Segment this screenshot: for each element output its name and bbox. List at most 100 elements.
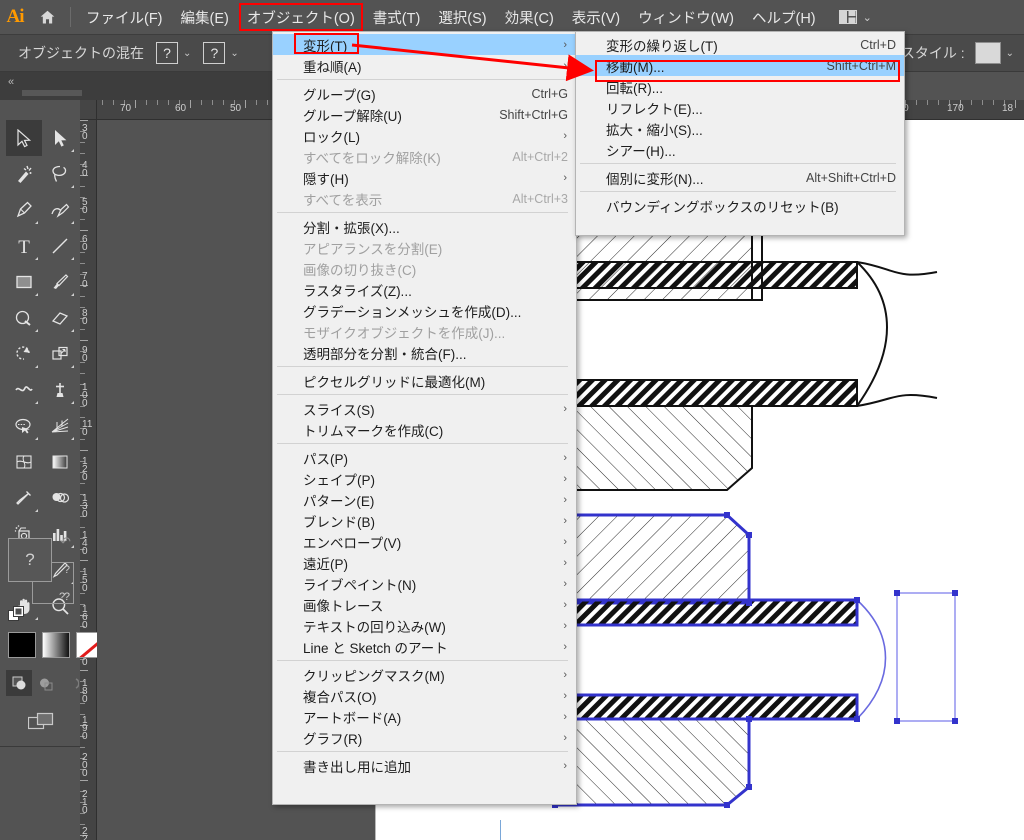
menu-item-label: ロック(L) bbox=[303, 126, 360, 146]
menuitem-create-gradient-mesh[interactable]: グラデーションメッシュを作成(D)... bbox=[273, 300, 576, 321]
menuitem-lock[interactable]: ロック(L)› bbox=[273, 125, 576, 146]
stroke-caret-icon[interactable]: ⌄ bbox=[230, 48, 238, 59]
submenuitem-move[interactable]: 移動(M)...Shift+Ctrl+M bbox=[576, 55, 904, 76]
type-tool[interactable]: T bbox=[6, 228, 42, 264]
menuitem-ungroup[interactable]: グループ解除(U)Shift+Ctrl+G bbox=[273, 104, 576, 125]
eyedropper-tool[interactable] bbox=[6, 480, 42, 516]
submenu-arrow-icon: › bbox=[563, 732, 567, 744]
rectangle-tool[interactable] bbox=[6, 264, 42, 300]
menuitem-rasterize[interactable]: ラスタライズ(Z)... bbox=[273, 279, 576, 300]
menu-item-label: 複合パス(O) bbox=[303, 686, 377, 706]
shaper-tool[interactable] bbox=[6, 300, 42, 336]
scale-tool[interactable] bbox=[42, 336, 78, 372]
menuitem-slice[interactable]: スライス(S)› bbox=[273, 398, 576, 419]
menuitem-line-sketch-art[interactable]: Line と Sketch のアート› bbox=[273, 636, 576, 657]
menuitem-arrange[interactable]: 重ね順(A)› bbox=[273, 55, 576, 76]
direct-selection-tool[interactable] bbox=[42, 120, 78, 156]
fill-color-box[interactable]: ? bbox=[8, 538, 52, 582]
pen-tool[interactable] bbox=[6, 192, 42, 228]
menuitem-path[interactable]: パス(P)› bbox=[273, 447, 576, 468]
menuitem-create-trim-marks[interactable]: トリムマークを作成(C) bbox=[273, 419, 576, 440]
ruler-tick bbox=[146, 100, 147, 105]
stroke-swatch-button[interactable]: ? bbox=[203, 42, 225, 64]
menu-object[interactable]: オブジェクト(O) bbox=[238, 0, 364, 34]
menuitem-text-wrap[interactable]: テキストの回り込み(W)› bbox=[273, 615, 576, 636]
fill-caret-icon[interactable]: ⌄ bbox=[183, 48, 191, 59]
submenuitem-shear[interactable]: シアー(H)... bbox=[576, 139, 904, 160]
menuitem-envelope-distort[interactable]: エンベロープ(V)› bbox=[273, 531, 576, 552]
menu-type[interactable]: 書式(T) bbox=[364, 0, 430, 34]
menu-select[interactable]: 選択(S) bbox=[429, 0, 495, 34]
free-transform-tool[interactable] bbox=[42, 372, 78, 408]
home-icon[interactable] bbox=[30, 0, 64, 34]
menuitem-compound-path[interactable]: 複合パス(O)› bbox=[273, 685, 576, 706]
menu-separator bbox=[580, 191, 896, 192]
line-segment-tool[interactable] bbox=[42, 228, 78, 264]
menuitem-graph[interactable]: グラフ(R)› bbox=[273, 727, 576, 748]
menu-view[interactable]: 表示(V) bbox=[563, 0, 629, 34]
menuitem-pattern[interactable]: パターン(E)› bbox=[273, 489, 576, 510]
menuitem-group[interactable]: グループ(G)Ctrl+G bbox=[273, 83, 576, 104]
selection-tool[interactable] bbox=[6, 120, 42, 156]
shape-builder-tool[interactable] bbox=[6, 408, 42, 444]
object-menu[interactable]: 変形(T)›重ね順(A)› グループ(G)Ctrl+Gグループ解除(U)Shift… bbox=[272, 31, 577, 805]
eraser-tool[interactable] bbox=[42, 300, 78, 336]
menu-file[interactable]: ファイル(F) bbox=[77, 0, 172, 34]
menuitem-expand[interactable]: 分割・拡張(X)... bbox=[273, 216, 576, 237]
menuitem-collect-for-export[interactable]: 書き出し用に追加› bbox=[273, 755, 576, 776]
ruler-tick bbox=[993, 100, 994, 105]
swap-fill-stroke-icon[interactable]: ↶ bbox=[60, 534, 71, 550]
menu-effect[interactable]: 効果(C) bbox=[496, 0, 563, 34]
menuitem-artboards[interactable]: アートボード(A)› bbox=[273, 706, 576, 727]
submenuitem-scale[interactable]: 拡大・縮小(S)... bbox=[576, 118, 904, 139]
draw-normal-mode[interactable] bbox=[6, 670, 32, 696]
width-tool[interactable] bbox=[6, 372, 42, 408]
submenuitem-transform-again[interactable]: 変形の繰り返し(T)Ctrl+D bbox=[576, 34, 904, 55]
draw-behind-mode[interactable] bbox=[32, 670, 58, 696]
paintbrush-tool[interactable] bbox=[42, 264, 78, 300]
gradient-tool[interactable] bbox=[42, 444, 78, 480]
menuitem-perspective[interactable]: 遠近(P)› bbox=[273, 552, 576, 573]
ruler-origin-corner[interactable] bbox=[80, 100, 97, 120]
submenuitem-reflect[interactable]: リフレクト(E)... bbox=[576, 97, 904, 118]
lasso-tool[interactable] bbox=[42, 156, 78, 192]
menuitem-image-trace[interactable]: 画像トレース› bbox=[273, 594, 576, 615]
curvature-tool[interactable] bbox=[42, 192, 78, 228]
arrange-documents-button[interactable]: ⌄ bbox=[839, 10, 872, 24]
stroke-unknown-mark-3: ? bbox=[64, 591, 70, 603]
menuitem-live-paint[interactable]: ライブペイント(N)› bbox=[273, 573, 576, 594]
gradient-button[interactable] bbox=[42, 632, 70, 658]
graphic-style-swatch[interactable] bbox=[975, 42, 1001, 64]
menuitem-transform[interactable]: 変形(T)› bbox=[273, 34, 576, 55]
vertical-ruler[interactable]: 3040506070809010011012013014015016017018… bbox=[80, 120, 97, 840]
color-button[interactable] bbox=[8, 632, 36, 658]
menu-item-label: クリッピングマスク(M) bbox=[303, 665, 445, 685]
collapse-panel-icon[interactable]: « bbox=[8, 76, 13, 88]
rotate-tool[interactable] bbox=[6, 336, 42, 372]
menuitem-clipping-mask[interactable]: クリッピングマスク(M)› bbox=[273, 664, 576, 685]
menuitem-make-pixel-perfect[interactable]: ピクセルグリッドに最適化(M) bbox=[273, 370, 576, 391]
default-fill-stroke-icon[interactable] bbox=[8, 606, 25, 623]
draw-inside-mode[interactable] bbox=[58, 670, 84, 696]
style-caret-icon[interactable]: ⌄ bbox=[1006, 48, 1014, 59]
menu-edit[interactable]: 編集(E) bbox=[172, 0, 238, 34]
mesh-tool[interactable] bbox=[6, 444, 42, 480]
transform-submenu[interactable]: 変形の繰り返し(T)Ctrl+D移動(M)...Shift+Ctrl+M回転(R… bbox=[575, 31, 905, 236]
submenuitem-transform-each[interactable]: 個別に変形(N)...Alt+Shift+Ctrl+D bbox=[576, 167, 904, 188]
fill-swatch-button[interactable]: ? bbox=[156, 42, 178, 64]
ruler-label: 210 bbox=[82, 791, 93, 815]
menuitem-hide[interactable]: 隠す(H)› bbox=[273, 167, 576, 188]
perspective-grid-tool[interactable] bbox=[42, 408, 78, 444]
menu-window[interactable]: ウィンドウ(W) bbox=[629, 0, 743, 34]
menuitem-blend[interactable]: ブレンド(B)› bbox=[273, 510, 576, 531]
magic-wand-tool[interactable] bbox=[6, 156, 42, 192]
screen-mode-icon[interactable] bbox=[28, 712, 54, 737]
menuitem-flatten-transparency[interactable]: 透明部分を分割・統合(F)... bbox=[273, 342, 576, 363]
menuitem-shape[interactable]: シェイプ(P)› bbox=[273, 468, 576, 489]
menu-item-shortcut: Shift+Ctrl+M bbox=[803, 59, 896, 73]
submenuitem-reset-bounding-box[interactable]: バウンディングボックスのリセット(B) bbox=[576, 195, 904, 216]
menu-help[interactable]: ヘルプ(H) bbox=[743, 0, 825, 34]
submenuitem-rotate[interactable]: 回転(R)... bbox=[576, 76, 904, 97]
ruler-label: 200 bbox=[82, 754, 93, 778]
blend-tool[interactable] bbox=[42, 480, 78, 516]
